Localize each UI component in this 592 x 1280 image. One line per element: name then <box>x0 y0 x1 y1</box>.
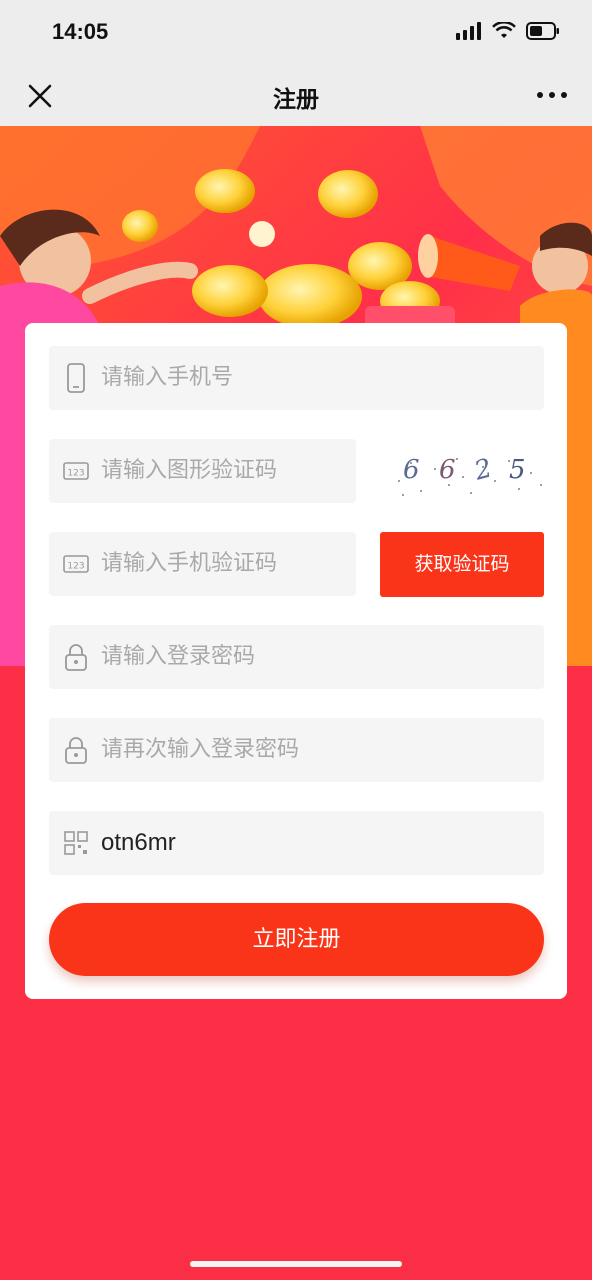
svg-text:123: 123 <box>67 562 84 572</box>
page-title: 注册 <box>273 87 319 113</box>
password-field[interactable]: 请输入登录密码 <box>49 625 544 689</box>
invite-code-field[interactable]: otn6mr <box>49 811 544 875</box>
captcha-image[interactable]: 6 6 2 5 <box>391 451 547 499</box>
sms-code-input[interactable]: 请输入手机验证码 <box>101 532 277 596</box>
password-confirm-input[interactable]: 请再次输入登录密码 <box>101 718 299 782</box>
captcha-digit: 6 <box>439 455 456 485</box>
register-form-card: 请输入手机号 123 请输入图形验证码 6 6 2 5 123 请输入手机验证码 <box>25 323 567 999</box>
captcha-digit: 5 <box>509 455 526 485</box>
captcha-input[interactable]: 请输入图形验证码 <box>101 439 277 503</box>
password-confirm-field[interactable]: 请再次输入登录密码 <box>49 718 544 782</box>
captcha-field[interactable]: 123 请输入图形验证码 <box>49 439 356 503</box>
svg-text:123: 123 <box>67 469 84 479</box>
phone-icon <box>67 363 85 393</box>
register-button[interactable]: 立即注册 <box>49 903 544 976</box>
status-time: 14:05 <box>52 19 109 44</box>
number-code-icon: 123 <box>63 555 89 573</box>
phone-input[interactable]: 请输入手机号 <box>101 346 233 410</box>
password-input[interactable]: 请输入登录密码 <box>101 625 255 689</box>
sms-code-field[interactable]: 123 请输入手机验证码 <box>49 532 356 596</box>
lock-icon <box>65 737 87 764</box>
wifi-icon <box>492 22 516 38</box>
signal-icon <box>456 22 481 40</box>
home-indicator <box>190 1261 402 1267</box>
status-icons <box>456 22 560 40</box>
phone-field[interactable]: 请输入手机号 <box>49 346 544 410</box>
captcha-digit: 6 <box>403 455 420 485</box>
battery-icon <box>526 22 559 40</box>
qr-code-icon <box>64 831 88 855</box>
invite-code-input[interactable]: otn6mr <box>101 811 176 875</box>
get-code-button[interactable]: 获取验证码 <box>380 532 544 597</box>
number-code-icon: 123 <box>63 462 89 480</box>
status-bar: 14:05 <box>0 0 592 64</box>
lock-icon <box>65 644 87 671</box>
nav-bar: 注册 <box>0 64 592 126</box>
more-icon[interactable] <box>534 80 570 110</box>
